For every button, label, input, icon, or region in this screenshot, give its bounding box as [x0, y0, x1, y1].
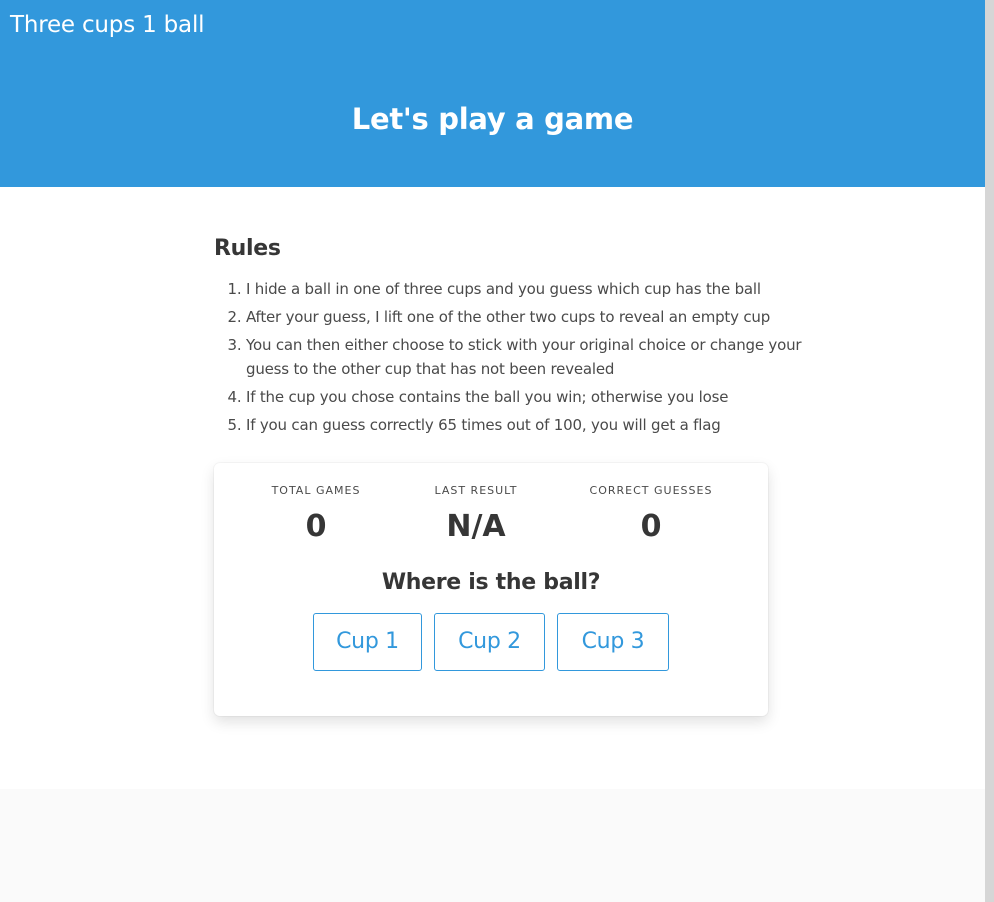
navbar-brand[interactable]: Three cups 1 ball [10, 9, 205, 41]
rule-item: I hide a ball in one of three cups and y… [246, 277, 806, 301]
stat-heading-total-games: TOTAL GAMES [271, 484, 361, 497]
scrollbar[interactable] [985, 0, 994, 902]
footer [0, 789, 985, 902]
cup-1-button[interactable]: Cup 1 [313, 613, 422, 671]
rules-heading: Rules [214, 236, 281, 261]
stat-last-result: LAST RESULT N/A [386, 484, 566, 547]
stat-value-total-games: 0 [305, 509, 327, 544]
cup-3-button[interactable]: Cup 3 [557, 613, 669, 671]
stat-value-correct-guesses: 0 [640, 509, 662, 544]
rule-item: You can then either choose to stick with… [246, 333, 806, 381]
hero-banner: Three cups 1 ball Let's play a game [0, 0, 985, 187]
question-heading: Where is the ball? [381, 570, 601, 595]
stat-total-games: TOTAL GAMES 0 [226, 484, 406, 547]
rules-list: I hide a ball in one of three cups and y… [214, 277, 806, 441]
hero-title: Let's play a game [351, 102, 634, 136]
page: Three cups 1 ball Let's play a game Rule… [0, 0, 985, 902]
cup-2-button[interactable]: Cup 2 [434, 613, 545, 671]
stat-correct-guesses: CORRECT GUESSES 0 [561, 484, 741, 547]
stat-value-last-result: N/A [446, 509, 506, 544]
rule-item: After your guess, I lift one of the othe… [246, 305, 806, 329]
game-card: TOTAL GAMES 0 LAST RESULT N/A CORRECT GU… [214, 463, 768, 716]
stat-heading-last-result: LAST RESULT [434, 484, 518, 497]
rule-item: If the cup you chose contains the ball y… [246, 385, 806, 409]
stat-heading-correct-guesses: CORRECT GUESSES [589, 484, 713, 497]
main-section: Rules I hide a ball in one of three cups… [0, 187, 985, 789]
rule-item: If you can guess correctly 65 times out … [246, 413, 806, 437]
